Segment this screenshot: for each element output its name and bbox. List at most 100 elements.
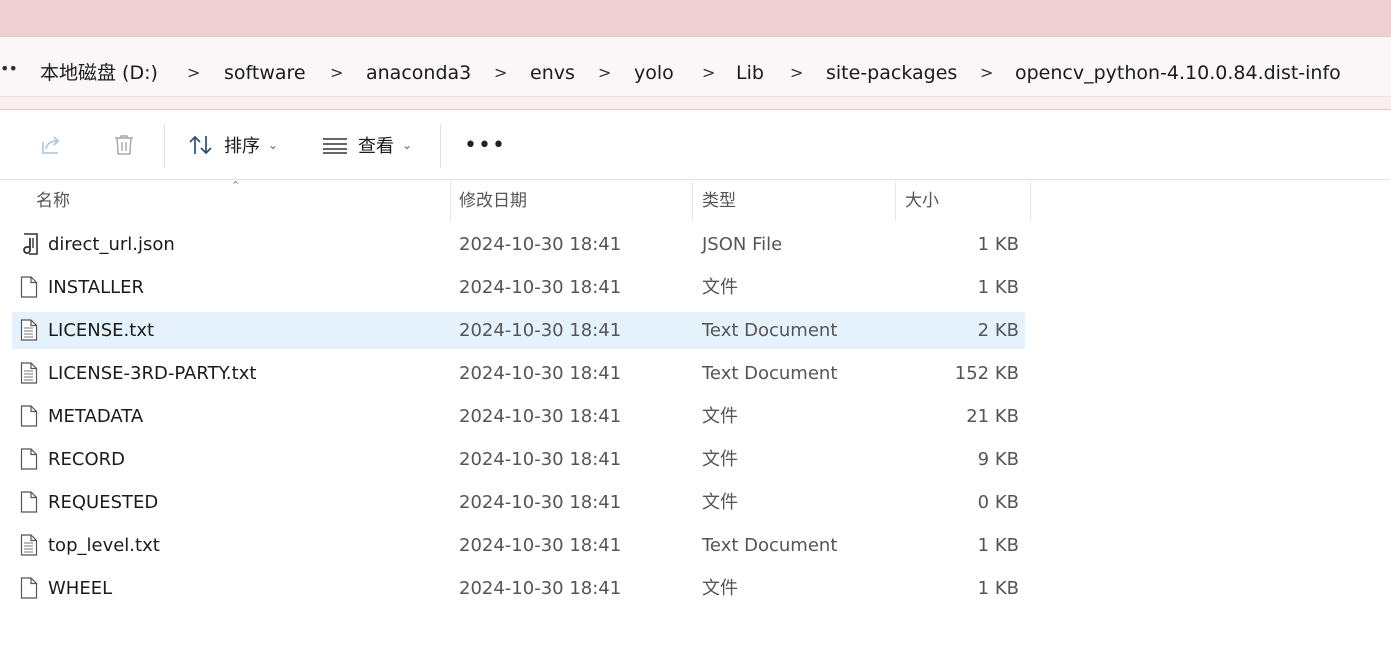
chevron-down-icon: ⌄ (268, 138, 279, 152)
file-icon (20, 276, 38, 298)
file-type: Text Document (702, 535, 838, 556)
breadcrumb-item-software[interactable]: software (224, 61, 306, 85)
sort-icon (189, 135, 212, 155)
file-name: METADATA (48, 406, 144, 427)
file-row[interactable]: RECORD 2024-10-30 18:41 文件 9 KB (12, 441, 1025, 478)
text-file-icon (20, 319, 38, 341)
window-titlebar[interactable] (0, 0, 1391, 36)
file-date: 2024-10-30 18:41 (459, 449, 622, 470)
file-date: 2024-10-30 18:41 (459, 406, 622, 427)
file-type: 文件 (702, 277, 738, 298)
breadcrumb-item-yolo[interactable]: yolo (634, 61, 674, 85)
breadcrumb[interactable]: •• 本地磁盘 (D:) > software > anaconda3 > en… (0, 37, 1391, 97)
file-date: 2024-10-30 18:41 (459, 535, 622, 556)
chevron-down-icon: ⌄ (402, 138, 413, 152)
column-header-date[interactable]: 修改日期 (459, 181, 527, 221)
trash-icon (115, 135, 133, 155)
file-type: Text Document (702, 320, 838, 341)
column-header-type[interactable]: 类型 (702, 181, 736, 221)
column-resize-handle[interactable] (1030, 181, 1031, 221)
file-name: WHEEL (48, 578, 113, 599)
breadcrumb-separator[interactable]: > (790, 62, 803, 84)
file-row[interactable]: METADATA 2024-10-30 18:41 文件 21 KB (12, 398, 1025, 435)
breadcrumb-separator[interactable]: > (598, 62, 611, 84)
file-size: 1 KB (977, 535, 1019, 556)
file-size: 152 KB (954, 363, 1019, 384)
breadcrumb-item-anaconda3[interactable]: anaconda3 (366, 61, 471, 85)
view-button[interactable]: 查看 ⌄ (322, 124, 412, 166)
delete-button[interactable] (111, 124, 137, 166)
breadcrumb-item-current-folder[interactable]: opencv_python-4.10.0.84.dist-info (1015, 61, 1341, 85)
file-type: JSON File (702, 234, 783, 255)
file-date: 2024-10-30 18:41 (459, 578, 622, 599)
view-label: 查看 (358, 136, 394, 157)
file-row[interactable]: LICENSE-3RD-PARTY.txt 2024-10-30 18:41 T… (12, 355, 1025, 392)
file-name: LICENSE.txt (48, 320, 155, 341)
file-size: 0 KB (977, 492, 1019, 513)
command-bar: 排序 ⌄ 查看 ⌄ ••• (0, 110, 1391, 180)
file-type: 文件 (702, 492, 738, 513)
json-file-icon (20, 233, 38, 255)
file-row[interactable]: REQUESTED 2024-10-30 18:41 文件 0 KB (12, 484, 1025, 521)
file-row[interactable]: LICENSE.txt 2024-10-30 18:41 Text Docume… (12, 312, 1025, 349)
more-options-button[interactable]: ••• (464, 124, 506, 166)
toolbar-divider (440, 124, 441, 168)
breadcrumb-item-site-packages[interactable]: site-packages (826, 61, 957, 85)
breadcrumb-item-lib[interactable]: Lib (736, 61, 764, 85)
file-date: 2024-10-30 18:41 (459, 363, 622, 384)
file-type: 文件 (702, 449, 738, 470)
column-resize-handle[interactable] (692, 181, 693, 221)
breadcrumb-item-envs[interactable]: envs (530, 61, 575, 85)
file-size: 9 KB (977, 449, 1019, 470)
breadcrumb-item-drive[interactable]: 本地磁盘 (D:) (40, 61, 158, 85)
file-size: 2 KB (977, 320, 1019, 341)
file-name: direct_url.json (48, 234, 175, 255)
file-icon (20, 448, 38, 470)
text-file-icon (20, 534, 38, 556)
column-header-size[interactable]: 大小 (905, 181, 939, 221)
file-date: 2024-10-30 18:41 (459, 492, 622, 513)
file-date: 2024-10-30 18:41 (459, 277, 622, 298)
share-button[interactable] (38, 124, 64, 166)
sort-ascending-icon: ⌃ (231, 179, 241, 192)
file-icon (20, 405, 38, 427)
file-row[interactable]: INSTALLER 2024-10-30 18:41 文件 1 KB (12, 269, 1025, 306)
share-icon (42, 136, 60, 154)
file-name: top_level.txt (48, 535, 160, 556)
file-size: 1 KB (977, 277, 1019, 298)
file-size: 21 KB (966, 406, 1019, 427)
breadcrumb-separator[interactable]: > (702, 62, 715, 84)
file-size: 1 KB (977, 234, 1019, 255)
column-header-name[interactable]: 名称 (36, 181, 70, 221)
file-type: 文件 (702, 406, 738, 427)
column-resize-handle[interactable] (450, 181, 451, 221)
text-file-icon (20, 362, 38, 384)
file-name: REQUESTED (48, 492, 159, 513)
file-type: Text Document (702, 363, 838, 384)
file-size: 1 KB (977, 578, 1019, 599)
file-icon (20, 577, 38, 599)
breadcrumb-separator[interactable]: > (330, 62, 343, 84)
toolbar-divider (164, 124, 165, 168)
file-date: 2024-10-30 18:41 (459, 320, 622, 341)
sort-label: 排序 (224, 136, 260, 157)
list-view-icon (323, 138, 347, 154)
breadcrumb-separator[interactable]: > (187, 62, 200, 84)
address-bar: •• 本地磁盘 (D:) > software > anaconda3 > en… (0, 36, 1391, 110)
file-name: LICENSE-3RD-PARTY.txt (48, 363, 257, 384)
file-row[interactable]: WHEEL 2024-10-30 18:41 文件 1 KB (12, 570, 1025, 607)
breadcrumb-overflow[interactable]: •• (0, 59, 18, 78)
sort-button[interactable]: 排序 ⌄ (188, 124, 278, 166)
column-header-row: 名称 ⌃ 修改日期 类型 大小 (0, 179, 1391, 221)
breadcrumb-separator[interactable]: > (980, 62, 993, 84)
file-name: RECORD (48, 449, 125, 470)
file-row[interactable]: direct_url.json 2024-10-30 18:41 JSON Fi… (12, 226, 1025, 263)
file-icon (20, 491, 38, 513)
file-row[interactable]: top_level.txt 2024-10-30 18:41 Text Docu… (12, 527, 1025, 564)
file-name: INSTALLER (48, 277, 145, 298)
breadcrumb-separator[interactable]: > (494, 62, 507, 84)
more-icon: ••• (464, 132, 506, 158)
file-type: 文件 (702, 578, 738, 599)
file-date: 2024-10-30 18:41 (459, 234, 622, 255)
column-resize-handle[interactable] (895, 181, 896, 221)
